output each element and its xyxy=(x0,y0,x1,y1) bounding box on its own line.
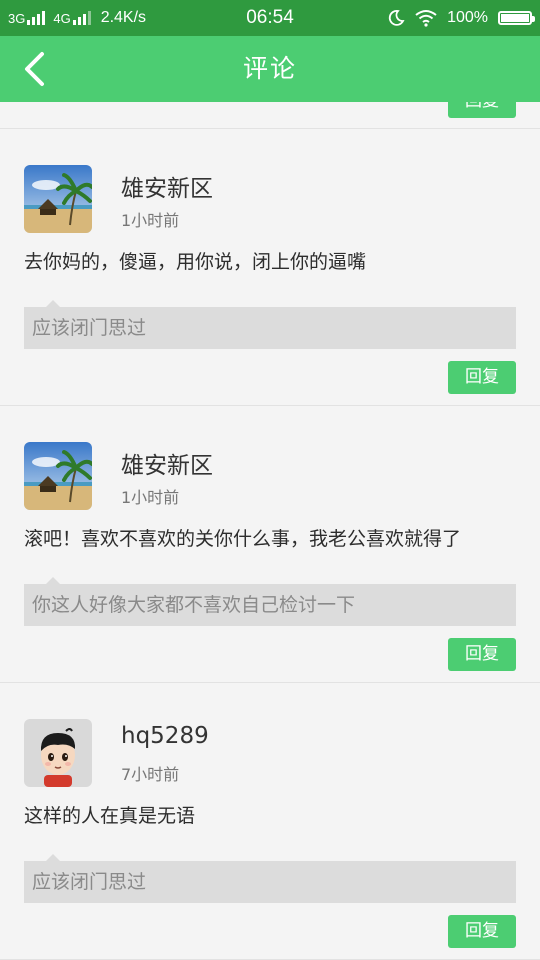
avatar[interactable] xyxy=(24,442,92,510)
beach-avatar-image xyxy=(24,442,92,510)
comment-text: 去你妈的，傻逼，用你说，闭上你的逼嘴 xyxy=(24,251,367,273)
cartoon-boy-avatar-image xyxy=(24,719,92,787)
battery-icon xyxy=(498,11,535,25)
status-bar: 3G 4G 2.4K/s 06:54 100% xyxy=(0,0,540,36)
signal-icon xyxy=(27,11,46,25)
comment-text: 这样的人在真是无语 xyxy=(24,805,196,827)
title-bar: 评论 xyxy=(0,36,540,102)
comment-time: 7小时前 xyxy=(121,765,180,784)
quoted-comment: 应该闭门思过 xyxy=(24,300,516,349)
avatar[interactable] xyxy=(24,719,92,787)
quoted-text: 应该闭门思过 xyxy=(32,871,147,893)
username[interactable]: 雄安新区 xyxy=(121,446,213,480)
quoted-text: 你这人好像大家都不喜欢自己检讨一下 xyxy=(32,594,356,616)
quoted-comment: 你这人好像大家都不喜欢自己检讨一下 xyxy=(24,577,516,626)
network-speed: 2.4K/s xyxy=(100,9,147,26)
page-title: 评论 xyxy=(242,54,297,83)
reply-button[interactable]: 回复 xyxy=(448,361,516,394)
comment-item: hq5289 7小时前 这样的人在真是无语 应该闭门思过 回复 xyxy=(0,683,540,960)
comment-text: 滚吧！喜欢不喜欢的关你什么事，我老公喜欢就得了 xyxy=(24,528,462,550)
comment-item: 雄安新区 1小时前 滚吧！喜欢不喜欢的关你什么事，我老公喜欢就得了 你这人好像大… xyxy=(0,406,540,683)
username[interactable]: hq5289 xyxy=(121,723,209,749)
quoted-comment: 应该闭门思过 xyxy=(24,854,516,903)
avatar[interactable] xyxy=(24,165,92,233)
reply-button[interactable]: 回复 xyxy=(448,915,516,948)
comment-item: 雄安新区 1小时前 去你妈的，傻逼，用你说，闭上你的逼嘴 应该闭门思过 回复 xyxy=(0,129,540,406)
wifi-icon xyxy=(415,10,437,27)
username[interactable]: 雄安新区 xyxy=(121,169,213,203)
back-arrow-icon xyxy=(25,52,44,86)
reply-button[interactable]: 回复 xyxy=(448,102,516,118)
comment-time: 1小时前 xyxy=(121,488,180,507)
network-label-3g: 3G xyxy=(8,10,26,26)
battery-percent: 100% xyxy=(447,9,488,26)
network-label-4g: 4G xyxy=(53,10,71,26)
comment-time: 1小时前 xyxy=(121,211,180,230)
status-left: 3G 4G 2.4K/s xyxy=(8,0,146,36)
back-button[interactable] xyxy=(10,42,60,96)
signal-icon xyxy=(72,11,91,25)
comment-list[interactable]: 回复 雄安新区 1小时前 去你妈的，傻 xyxy=(0,102,540,960)
list-item-partial: 回复 xyxy=(0,102,540,129)
beach-avatar-image xyxy=(24,165,92,233)
status-right: 100% xyxy=(387,0,535,36)
moon-icon xyxy=(388,10,405,26)
reply-button[interactable]: 回复 xyxy=(448,638,516,671)
quoted-text: 应该闭门思过 xyxy=(32,317,147,339)
